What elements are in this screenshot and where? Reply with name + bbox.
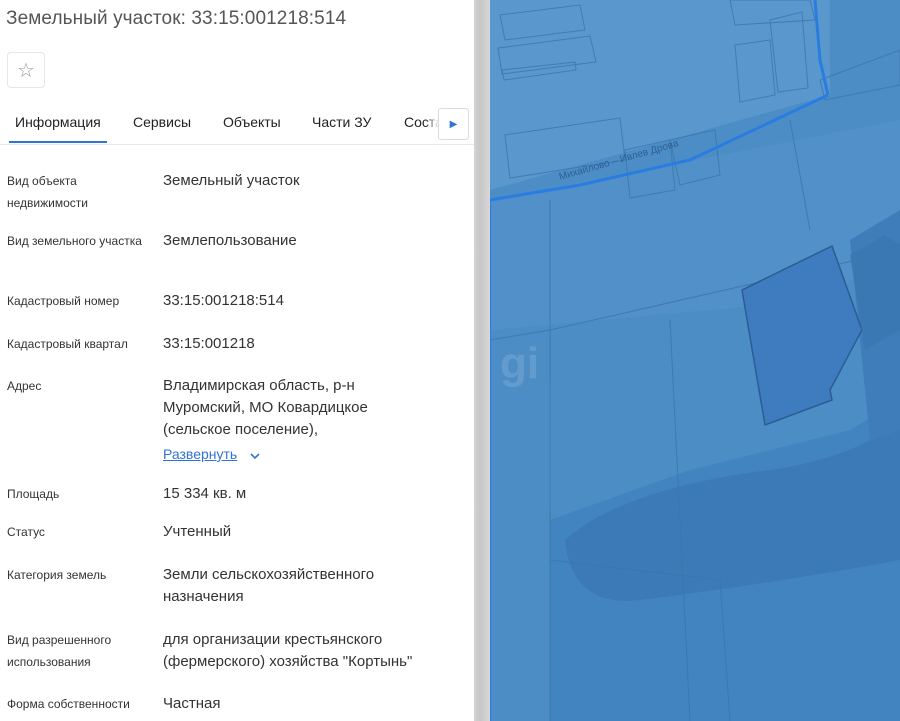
field-label: Площадь: [7, 487, 60, 501]
cadastral-map[interactable]: Михайлово – Ивлев Дрова gi: [490, 0, 900, 721]
field-value: 33:15:001218: [163, 335, 255, 352]
field-label: Категория земель: [7, 568, 107, 582]
tab-plot-parts[interactable]: Части ЗУ: [312, 114, 371, 130]
favorite-button[interactable]: ☆: [7, 52, 45, 88]
field-label: Адрес: [7, 379, 42, 393]
field-value: Частная: [163, 695, 221, 712]
star-icon: ☆: [17, 59, 35, 82]
map-watermark: gi: [500, 339, 539, 388]
field-label: Вид разрешенного использования: [7, 633, 112, 669]
tab-bar: Информация Сервисы Объекты Части ЗУ Сост…: [0, 104, 474, 145]
field-label: Статус: [7, 525, 45, 539]
page-title: Земельный участок: 33:15:001218:514: [6, 8, 347, 29]
field-value: Земельный участок: [163, 172, 300, 189]
tab-services[interactable]: Сервисы: [133, 114, 191, 130]
field-value: 15 334 кв. м: [163, 485, 247, 502]
tab-information[interactable]: Информация: [9, 114, 107, 143]
panel-splitter[interactable]: [474, 0, 490, 721]
field-value: 33:15:001218:514: [163, 292, 284, 309]
tab-objects[interactable]: Объекты: [223, 114, 281, 130]
tabs-scroll-right-button[interactable]: ▶: [438, 108, 469, 140]
chevron-down-icon[interactable]: [249, 450, 261, 462]
field-value: Учтенный: [163, 523, 232, 540]
field-value: Владимирская область, р-н Муромский, МО …: [163, 377, 368, 438]
field-value: Земли сельскохозяйственного назначения: [163, 566, 375, 605]
field-label: Кадастровый номер: [7, 294, 120, 308]
field-label: Кадастровый квартал: [7, 337, 128, 351]
field-label: Вид земельного участка: [7, 234, 142, 248]
field-label: Вид объекта недвижимости: [7, 174, 88, 210]
map-canvas[interactable]: Михайлово – Ивлев Дрова gi: [490, 0, 900, 721]
chevron-right-icon: ▶: [449, 118, 458, 130]
field-value: для организации крестьянского (фермерско…: [163, 631, 413, 670]
expand-address-link[interactable]: Развернуть: [163, 446, 237, 462]
field-value: Землепользование: [163, 232, 297, 249]
info-panel: Земельный участок: 33:15:001218:514 ☆ Ин…: [0, 0, 474, 721]
field-label: Форма собственности: [7, 697, 130, 711]
